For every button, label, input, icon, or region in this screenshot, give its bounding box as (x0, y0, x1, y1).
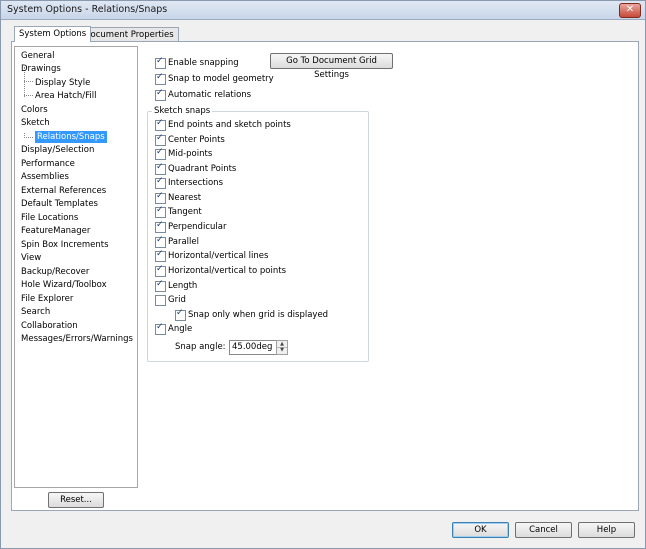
tree-connector (24, 81, 33, 82)
help-button[interactable]: Help (578, 522, 635, 538)
options-tree: General Drawings Display Style Area Hatc… (14, 46, 138, 488)
automatic-relations-label: Automatic relations (168, 90, 252, 100)
ok-button[interactable]: OK (452, 522, 509, 538)
system-options-dialog: System Options - Relations/Snaps ✕ Syste… (0, 0, 646, 549)
mid-points-checkbox[interactable] (155, 147, 166, 160)
tangent-checkbox[interactable] (155, 205, 166, 218)
go-to-grid-settings-button[interactable]: Go To Document Grid Settings (270, 53, 393, 80)
angle-label: Angle (168, 324, 193, 334)
snap-to-model-geometry-label: Snap to model geometry (168, 74, 274, 84)
tree-connector (24, 95, 33, 96)
grid-checkbox[interactable] (155, 295, 166, 306)
snap-only-when-grid-displayed-label: Snap only when grid is displayed (188, 310, 329, 320)
tree-item-performance[interactable]: Performance (21, 158, 75, 170)
tree-item-collaboration[interactable]: Collaboration (21, 320, 78, 332)
angle-checkbox[interactable] (155, 322, 166, 335)
perpendicular-label: Perpendicular (168, 222, 227, 232)
automatic-relations-checkbox[interactable] (155, 88, 166, 101)
snap-angle-input[interactable]: 45.00deg (229, 340, 278, 355)
perpendicular-checkbox[interactable] (155, 220, 166, 233)
end-points-label: End points and sketch points (168, 120, 291, 130)
tree-item-backup-recover[interactable]: Backup/Recover (21, 266, 89, 278)
length-checkbox[interactable] (155, 279, 166, 292)
tree-item-spin-box-increments[interactable]: Spin Box Increments (21, 239, 109, 251)
tree-item-file-explorer[interactable]: File Explorer (21, 293, 73, 305)
tree-item-display-style[interactable]: Display Style (35, 77, 90, 89)
end-points-checkbox[interactable] (155, 118, 166, 131)
window-title: System Options - Relations/Snaps (7, 4, 168, 15)
snap-angle-spinner[interactable]: ▲ ▼ (276, 340, 288, 355)
horizontal-vertical-to-points-checkbox[interactable] (155, 264, 166, 277)
tree-item-assemblies[interactable]: Assemblies (21, 171, 69, 183)
snap-angle-label: Snap angle: (175, 342, 226, 352)
tree-item-view[interactable]: View (21, 252, 41, 264)
snap-only-when-grid-displayed-checkbox[interactable] (175, 308, 186, 321)
tree-item-messages-errors-warnings[interactable]: Messages/Errors/Warnings (21, 333, 133, 345)
spin-down-icon[interactable]: ▼ (277, 347, 287, 353)
title-bar[interactable]: System Options - Relations/Snaps ✕ (1, 1, 645, 20)
horizontal-vertical-lines-checkbox[interactable] (155, 249, 166, 262)
intersections-label: Intersections (168, 178, 223, 188)
tree-item-file-locations[interactable]: File Locations (21, 212, 78, 224)
horizontal-vertical-lines-label: Horizontal/vertical lines (168, 251, 269, 261)
center-points-checkbox[interactable] (155, 133, 166, 146)
nearest-label: Nearest (168, 193, 202, 203)
tree-connector (24, 137, 33, 138)
tree-item-colors[interactable]: Colors (21, 104, 48, 116)
tree-item-relations-snaps[interactable]: Relations/Snaps (35, 131, 107, 143)
horizontal-vertical-to-points-label: Horizontal/vertical to points (168, 266, 286, 276)
parallel-label: Parallel (168, 237, 199, 247)
grid-label: Grid (168, 295, 186, 305)
tree-item-area-hatch-fill[interactable]: Area Hatch/Fill (35, 90, 96, 102)
parallel-checkbox[interactable] (155, 235, 166, 248)
tree-item-external-references[interactable]: External References (21, 185, 106, 197)
close-icon[interactable]: ✕ (619, 3, 641, 18)
mid-points-label: Mid-points (168, 149, 213, 159)
tree-item-sketch[interactable]: Sketch (21, 117, 50, 129)
tangent-label: Tangent (168, 207, 202, 217)
enable-snapping-checkbox[interactable] (155, 56, 166, 69)
tree-item-default-templates[interactable]: Default Templates (21, 198, 98, 210)
center-points-label: Center Points (168, 135, 225, 145)
tree-item-featuremanager[interactable]: FeatureManager (21, 225, 90, 237)
cancel-button[interactable]: Cancel (515, 522, 572, 538)
tab-system-options[interactable]: System Options (14, 26, 92, 42)
tree-item-hole-wizard-toolbox[interactable]: Hole Wizard/Toolbox (21, 279, 107, 291)
enable-snapping-label: Enable snapping (168, 58, 239, 68)
nearest-checkbox[interactable] (155, 191, 166, 204)
tab-document-properties[interactable]: Document Properties (79, 27, 179, 42)
length-label: Length (168, 281, 198, 291)
tree-item-display-selection[interactable]: Display/Selection (21, 144, 94, 156)
snap-to-model-geometry-checkbox[interactable] (155, 72, 166, 85)
intersections-checkbox[interactable] (155, 176, 166, 189)
tree-item-drawings[interactable]: Drawings (21, 63, 61, 75)
reset-button[interactable]: Reset... (48, 492, 104, 508)
quadrant-points-checkbox[interactable] (155, 162, 166, 175)
tree-item-search[interactable]: Search (21, 306, 50, 318)
quadrant-points-label: Quadrant Points (168, 164, 237, 174)
sketch-snaps-title: Sketch snaps (152, 106, 213, 116)
tree-item-general[interactable]: General (21, 50, 55, 62)
